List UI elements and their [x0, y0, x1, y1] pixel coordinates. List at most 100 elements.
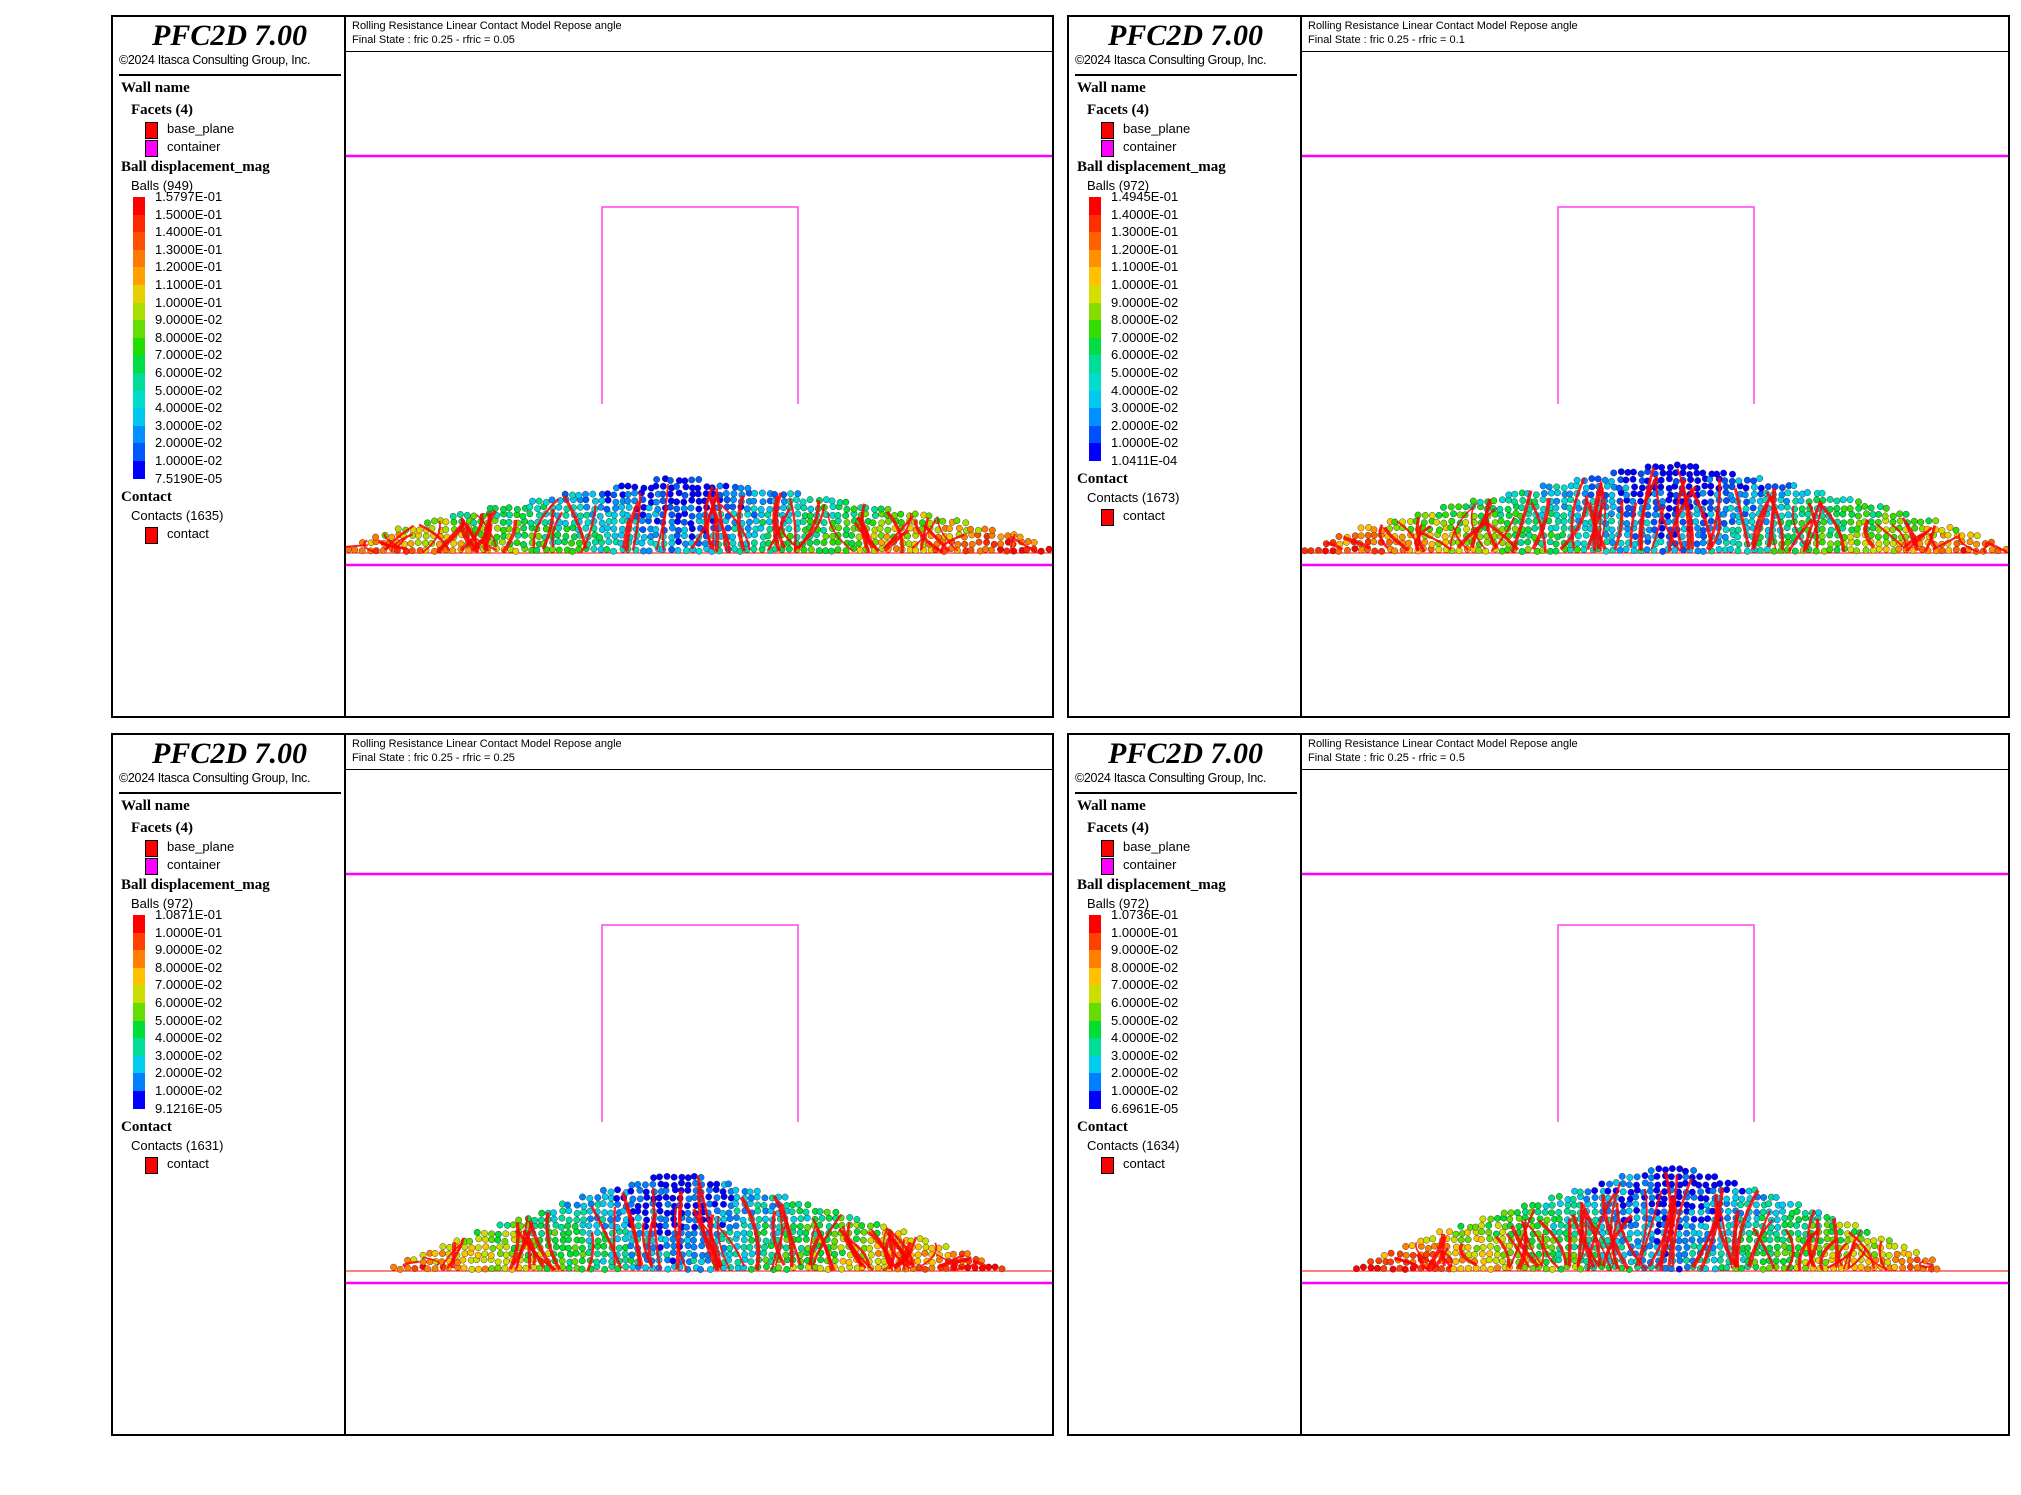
ball — [1364, 531, 1372, 539]
ball-displacement-heading: Ball displacement_mag — [1077, 877, 1226, 893]
ball — [1472, 1223, 1479, 1231]
ball — [1633, 1181, 1640, 1189]
color-scale-segment — [133, 355, 145, 373]
ball — [1574, 540, 1582, 547]
ball — [1622, 484, 1630, 492]
ball — [599, 1186, 607, 1194]
ball — [794, 503, 802, 511]
ball — [642, 1202, 650, 1210]
ball — [1891, 1263, 1899, 1271]
ball — [1683, 1221, 1690, 1229]
ball — [640, 534, 648, 541]
ball — [439, 1243, 447, 1250]
ball — [1378, 547, 1386, 555]
ball — [1689, 1250, 1696, 1257]
ball — [695, 512, 703, 520]
scale-value-label: 7.0000E-02 — [155, 347, 223, 363]
ball — [817, 1256, 824, 1264]
ball — [1505, 491, 1513, 499]
contact-swatch — [1101, 1156, 1114, 1174]
ball — [962, 519, 970, 527]
ball — [1464, 1236, 1472, 1243]
ball — [1902, 510, 1910, 518]
ball — [1679, 518, 1687, 526]
ball — [1631, 483, 1638, 491]
ball — [753, 1193, 761, 1201]
ball — [725, 1180, 732, 1188]
ball — [1616, 546, 1624, 554]
ball — [799, 498, 807, 506]
ball — [1563, 1207, 1571, 1215]
ball — [1728, 518, 1736, 525]
ball — [1003, 547, 1011, 555]
ball — [1619, 1188, 1627, 1196]
ball — [1608, 510, 1615, 518]
ball — [431, 517, 438, 525]
ball — [1707, 498, 1715, 506]
ball — [1795, 1201, 1802, 1209]
ball — [1702, 1181, 1710, 1189]
ball — [872, 512, 879, 519]
ball — [488, 1265, 496, 1272]
ball — [1861, 503, 1869, 510]
ball — [1539, 482, 1547, 490]
ball — [740, 1244, 748, 1251]
ball — [580, 1202, 588, 1210]
ball — [1706, 504, 1714, 512]
ball — [1441, 533, 1449, 540]
color-scale-segment — [133, 1020, 145, 1039]
scale-value-label: 4.0000E-02 — [1111, 1030, 1179, 1046]
ball — [790, 1222, 797, 1230]
ball — [457, 540, 465, 548]
ball — [1748, 497, 1756, 504]
ball — [1891, 1242, 1899, 1250]
ball — [1494, 1214, 1501, 1222]
ball — [1452, 1249, 1459, 1257]
app-title: PFC2D 7.00 — [151, 19, 307, 52]
ball — [1812, 547, 1820, 555]
ball — [650, 1174, 657, 1182]
ball — [1907, 1263, 1914, 1271]
ball — [831, 1250, 838, 1258]
ball — [690, 1236, 697, 1244]
ball — [753, 1187, 761, 1195]
ball — [759, 518, 767, 526]
ball — [790, 1215, 798, 1223]
ball — [698, 1242, 706, 1250]
ball — [1440, 503, 1447, 511]
ball — [688, 496, 696, 504]
ball — [922, 1243, 930, 1251]
ball — [1734, 526, 1742, 534]
ball — [627, 1187, 635, 1195]
ball — [461, 1250, 469, 1258]
ball — [836, 499, 844, 506]
ball — [741, 1251, 748, 1258]
scale-value-label: 1.2000E-01 — [1111, 241, 1179, 257]
ball — [449, 512, 457, 520]
ball — [1552, 540, 1560, 548]
contact-chain — [1567, 1218, 1572, 1267]
scale-value-label: 1.5000E-01 — [155, 206, 223, 222]
color-scale-segment — [1089, 214, 1101, 233]
ball — [653, 476, 660, 483]
ball — [982, 545, 989, 553]
ball — [766, 505, 774, 513]
ball — [744, 525, 752, 532]
ball — [989, 526, 996, 534]
ball — [419, 1258, 427, 1266]
ball — [1843, 1221, 1851, 1229]
ball — [1567, 496, 1575, 504]
ball — [459, 1256, 467, 1264]
ball — [489, 1245, 497, 1252]
ball — [1756, 475, 1764, 482]
color-scale-segment — [1089, 425, 1101, 444]
ball — [1598, 1180, 1606, 1188]
ball — [1728, 477, 1736, 485]
ball — [1660, 1208, 1668, 1216]
ball — [1952, 546, 1960, 553]
ball — [1511, 525, 1519, 533]
ball — [562, 533, 570, 540]
ball — [1405, 539, 1413, 547]
contact-chain — [450, 1242, 457, 1269]
ball — [1722, 483, 1730, 490]
